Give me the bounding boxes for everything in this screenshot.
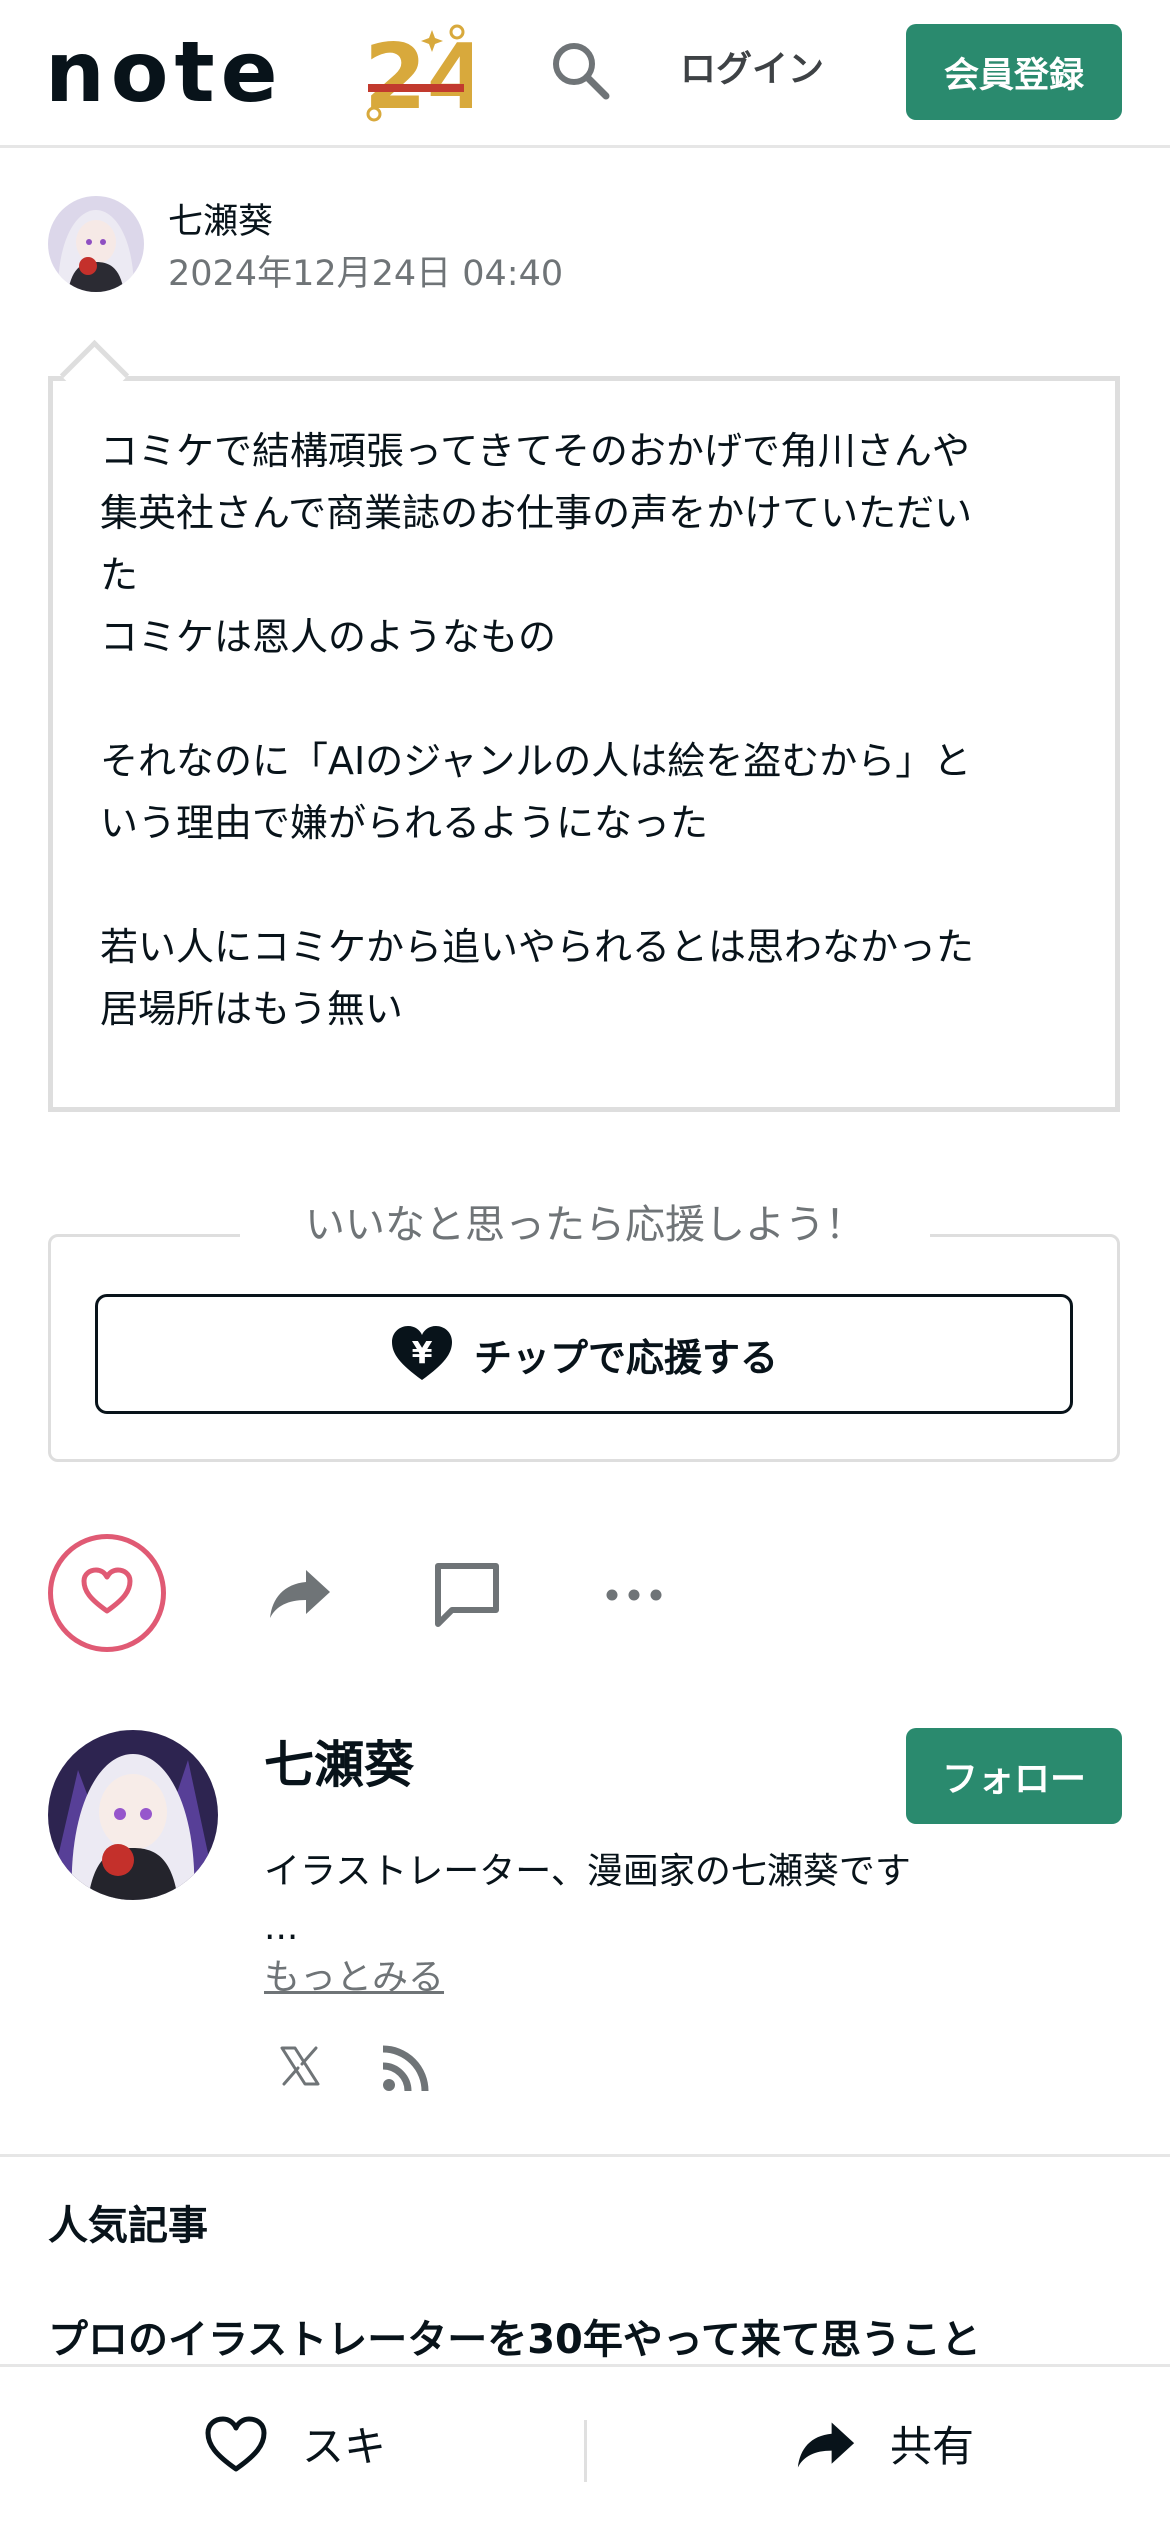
post-body: コミケで結構頑張ってきてそのおかげで角川さんや 集英社さんで商業誌のお仕事の声を… [100,420,1090,1040]
note-24-badge: 24 [362,22,489,130]
profile-bio: イラストレーター、漫画家の七瀬葵です [264,1851,911,1892]
comment-icon[interactable] [432,1560,502,1630]
more-icon[interactable] [604,1578,664,1612]
bottom-bar-separator [584,2420,587,2482]
search-icon[interactable] [548,38,612,102]
post-line: た [100,553,139,597]
like-button[interactable] [48,1534,166,1652]
yen-heart-icon: ¥ [390,1324,454,1384]
rss-icon[interactable] [380,2044,430,2094]
tip-caption: いいなと思ったら応援しよう！ [240,1196,930,1254]
share-icon[interactable] [268,1566,332,1622]
x-icon[interactable] [278,2044,322,2088]
bottom-share-button[interactable]: 共有 [796,2412,974,2482]
profile-name[interactable]: 七瀬葵 [264,1730,414,1800]
post-line: コミケで結構頑張ってきてそのおかげで角川さんや [100,429,970,473]
post-line: 若い人にコミケから追いやられるとは思わなかった [100,925,975,969]
author-avatar[interactable] [48,196,144,292]
post-line: 集英社さんで商業誌のお仕事の声をかけていただい [100,491,973,535]
heart-icon [80,1566,134,1620]
section-divider [0,2154,1170,2157]
logo-badge-text: 24 [364,25,472,122]
post-line: いう理由で嫌がられるようになった [100,801,709,845]
heart-icon [204,2415,268,2479]
read-more-link[interactable]: もっとみる [264,1952,444,2004]
popular-article-link[interactable]: プロのイラストレーターを30年やって来て思うこと [48,2310,981,2370]
bottom-like-button[interactable]: スキ [204,2412,386,2482]
post-line: コミケは恩人のようなもの [100,615,557,659]
post-line: 居場所はもう無い [100,987,403,1031]
post-line: それなのに「AIのジャンルの人は絵を盗むから」と [100,739,972,783]
bottom-share-label: 共有 [890,2422,975,2471]
bottom-like-label: スキ [302,2422,387,2471]
svg-text:¥: ¥ [412,1336,433,1371]
author-name[interactable]: 七瀬葵 [168,198,273,246]
note-logo[interactable]: note [45,22,284,122]
tip-button-label: チップで応援する [473,1335,778,1380]
follow-button[interactable]: フォロー [906,1728,1122,1824]
tip-button[interactable]: ¥ チップで応援する [95,1294,1073,1414]
popular-heading: 人気記事 [48,2203,208,2249]
profile-bio-ellipsis: ... [264,1907,299,1948]
signup-button[interactable]: 会員登録 [906,24,1122,120]
login-link[interactable]: ログイン [680,44,824,96]
post-date: 2024年12月24日 04:40 [168,254,564,294]
profile-avatar[interactable] [48,1730,218,1900]
share-icon [796,2418,856,2476]
